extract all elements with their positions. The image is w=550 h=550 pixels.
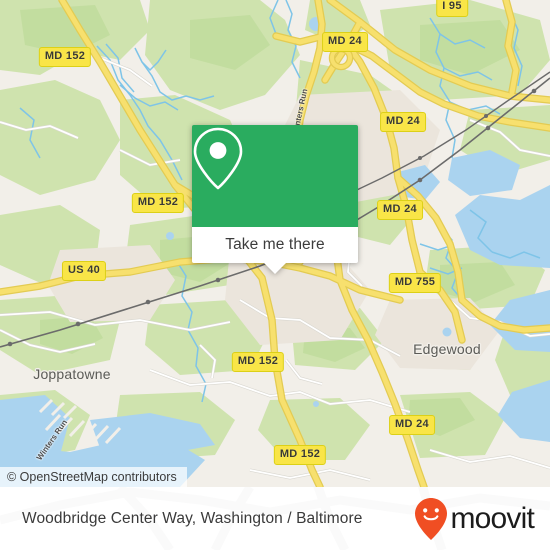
- callout-action-bar[interactable]: Take me there: [192, 227, 358, 274]
- callout-tail: [264, 263, 286, 274]
- road-shield: MD 24: [380, 112, 426, 132]
- place-label: Joppatowne: [33, 366, 111, 382]
- road-shield: MD 152: [131, 193, 185, 213]
- road-shield: MD 24: [389, 415, 435, 435]
- location-title: Woodbridge Center Way, Washington / Balt…: [22, 509, 363, 527]
- location-callout[interactable]: Take me there: [192, 125, 358, 274]
- map-canvas[interactable]: I 95 MD 24 MD 152 MD 24 MD 152 MD 24 US 40 MD 7…: [0, 0, 550, 487]
- map-pin-icon: [193, 127, 243, 190]
- callout-pin-panel[interactable]: [192, 125, 358, 227]
- place-label: Edgewood: [413, 341, 481, 357]
- road-shield: MD 24: [377, 200, 423, 220]
- moovit-logo[interactable]: moovit: [414, 497, 535, 541]
- road-shield: MD 152: [231, 352, 285, 372]
- road-shield: MD 24: [322, 32, 368, 52]
- moovit-smiley-pin-icon: [415, 497, 448, 540]
- road-shield: US 40: [61, 261, 107, 281]
- osm-attribution[interactable]: © OpenStreetMap contributors: [0, 467, 187, 487]
- moovit-wordmark: moovit: [450, 501, 534, 535]
- take-me-there-label: Take me there: [225, 236, 325, 253]
- road-shield: I 95: [436, 0, 468, 17]
- road-shield: MD 152: [38, 47, 92, 67]
- road-shield: MD 755: [388, 273, 442, 293]
- bottom-info-bar: Woodbridge Center Way, Washington / Balt…: [0, 487, 550, 550]
- road-shield: MD 152: [273, 445, 327, 465]
- map-screenshot: I 95 MD 24 MD 152 MD 24 MD 152 MD 24 US 40 MD 7…: [0, 0, 550, 550]
